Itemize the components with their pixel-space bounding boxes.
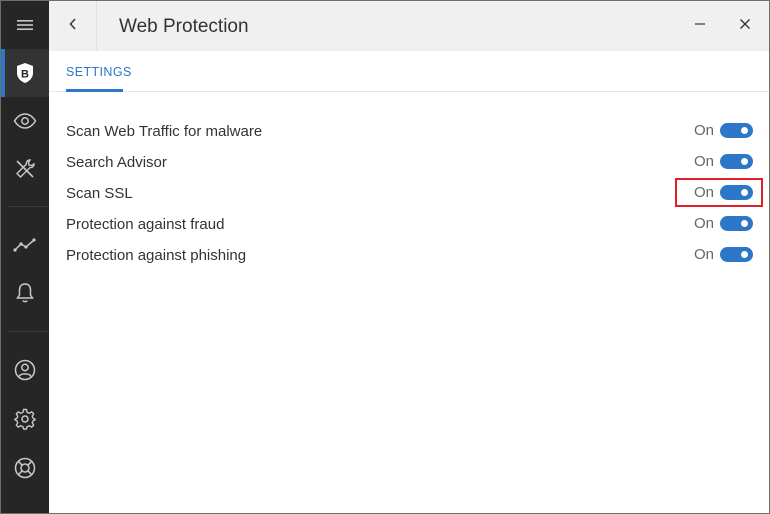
sidebar: B bbox=[1, 1, 49, 513]
toggle-knob bbox=[741, 158, 748, 165]
back-button[interactable] bbox=[49, 1, 97, 51]
setting-row-phishing-protection: Protection against phishing On bbox=[49, 240, 769, 271]
setting-label: Scan Web Traffic for malware bbox=[66, 123, 263, 140]
toggle-knob bbox=[741, 127, 748, 134]
sidebar-item-notifications[interactable] bbox=[1, 269, 49, 317]
fraud-protection-toggle[interactable] bbox=[720, 216, 753, 231]
shield-b-icon: B bbox=[15, 62, 35, 84]
tools-icon bbox=[14, 158, 36, 180]
tab-bar: SETTINGS bbox=[49, 51, 769, 92]
title-bar: Web Protection bbox=[49, 1, 769, 51]
setting-label: Scan SSL bbox=[66, 185, 133, 202]
minimize-icon bbox=[694, 17, 706, 35]
page-title: Web Protection bbox=[119, 16, 249, 37]
user-circle-icon bbox=[14, 359, 36, 381]
tab-settings[interactable]: SETTINGS bbox=[66, 65, 132, 79]
chevron-left-icon bbox=[68, 17, 78, 36]
eye-icon bbox=[13, 113, 37, 129]
sidebar-divider bbox=[9, 206, 49, 207]
active-tab-indicator bbox=[66, 89, 123, 92]
setting-state: On bbox=[694, 215, 715, 232]
setting-state: On bbox=[694, 122, 715, 139]
setting-label: Protection against phishing bbox=[66, 247, 247, 264]
setting-row-search-advisor: Search Advisor On bbox=[49, 147, 769, 178]
lifebuoy-icon bbox=[14, 457, 36, 479]
sidebar-divider bbox=[9, 331, 49, 332]
setting-row-fraud-protection: Protection against fraud On bbox=[49, 209, 769, 240]
hamburger-menu-button[interactable] bbox=[1, 1, 49, 49]
highlight-box bbox=[675, 178, 763, 207]
sidebar-item-privacy[interactable] bbox=[1, 97, 49, 145]
search-advisor-toggle[interactable] bbox=[720, 154, 753, 169]
brand-letter: B bbox=[21, 69, 29, 81]
scan-web-traffic-toggle[interactable] bbox=[720, 123, 753, 138]
gear-icon bbox=[14, 408, 36, 430]
setting-label: Search Advisor bbox=[66, 154, 167, 171]
setting-state: On bbox=[694, 246, 715, 263]
phishing-protection-toggle[interactable] bbox=[720, 247, 753, 262]
hamburger-icon bbox=[16, 18, 34, 32]
toggle-knob bbox=[741, 220, 748, 227]
close-button[interactable] bbox=[722, 1, 768, 51]
sidebar-item-reports[interactable] bbox=[1, 221, 49, 269]
activity-chart-icon bbox=[13, 237, 37, 253]
sidebar-item-protection[interactable]: B bbox=[1, 49, 49, 97]
setting-state: On bbox=[694, 153, 715, 170]
minimize-button[interactable] bbox=[677, 1, 723, 51]
sidebar-item-account[interactable] bbox=[1, 346, 49, 394]
sidebar-item-utilities[interactable] bbox=[1, 145, 49, 193]
setting-label: Protection against fraud bbox=[66, 216, 225, 233]
toggle-knob bbox=[741, 251, 748, 258]
app-window: B Web Protection SETTINGS Scan Web Traff… bbox=[0, 0, 770, 514]
sidebar-item-settings[interactable] bbox=[1, 395, 49, 443]
close-icon bbox=[739, 17, 751, 35]
setting-row-scan-web-traffic: Scan Web Traffic for malware On bbox=[49, 116, 769, 147]
setting-row-scan-ssl: Scan SSL On bbox=[49, 178, 769, 209]
sidebar-item-support[interactable] bbox=[1, 444, 49, 492]
bell-icon bbox=[15, 282, 35, 304]
